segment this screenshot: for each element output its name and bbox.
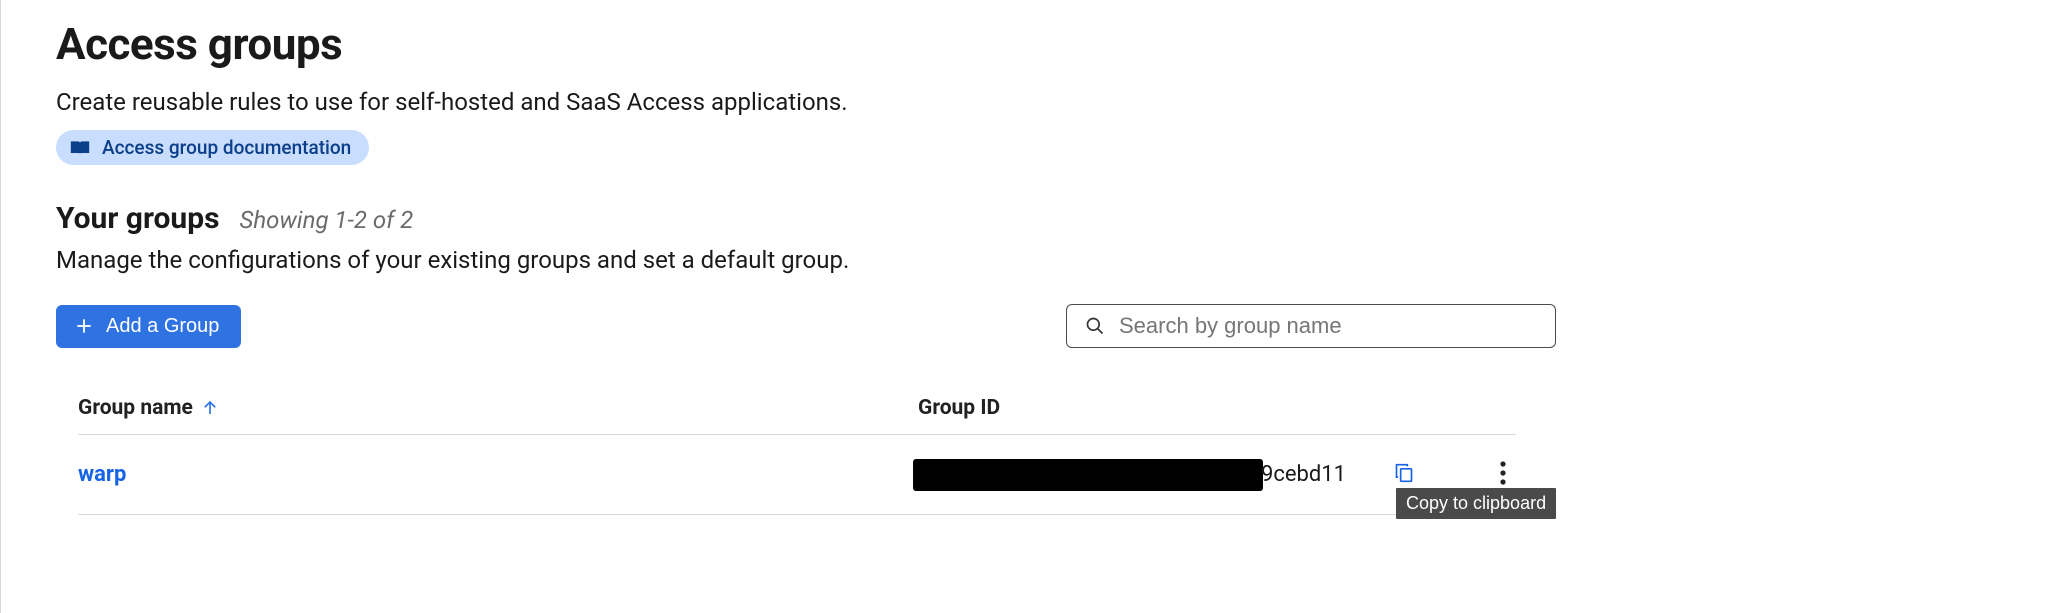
section-description: Manage the configurations of your existi… (56, 246, 1996, 274)
sort-ascending-icon (201, 399, 219, 417)
documentation-link-label: Access group documentation (102, 136, 351, 159)
add-group-label: Add a Group (106, 315, 219, 338)
search-icon (1085, 316, 1105, 336)
table-header-row: Group name Group ID (78, 396, 1516, 435)
group-id-value: 9cebd11 (913, 459, 1346, 491)
section-header: Your groups Showing 1-2 of 2 (56, 201, 1996, 236)
column-header-name-label: Group name (78, 396, 193, 420)
search-input[interactable] (1119, 313, 1537, 339)
column-header-name[interactable]: Group name (78, 396, 918, 420)
search-field[interactable] (1066, 304, 1556, 348)
add-group-button[interactable]: Add a Group (56, 305, 241, 348)
groups-table: Group name Group ID warp 9cebd11 (56, 396, 1996, 515)
section-title: Your groups (56, 201, 220, 236)
page-description: Create reusable rules to use for self-ho… (56, 88, 1996, 116)
group-name-link[interactable]: warp (78, 462, 913, 487)
column-header-id-label: Group ID (918, 396, 1000, 420)
book-icon (70, 140, 90, 156)
row-actions: Copy to clipboard (1360, 457, 1516, 492)
redacted-id-prefix (913, 459, 1263, 491)
page-title: Access groups (56, 18, 1996, 70)
group-id-suffix: 9cebd11 (1261, 462, 1346, 487)
documentation-link[interactable]: Access group documentation (56, 130, 369, 165)
copy-tooltip: Copy to clipboard (1396, 488, 1556, 519)
copy-icon (1394, 462, 1414, 484)
group-id-cell: 9cebd11 Copy to clipboard (913, 457, 1516, 492)
table-row: warp 9cebd11 Copy to clipboard (78, 435, 1516, 515)
copy-id-button[interactable]: Copy to clipboard (1390, 458, 1418, 491)
row-more-button[interactable] (1496, 457, 1516, 492)
column-header-id[interactable]: Group ID (918, 396, 1516, 420)
more-vertical-icon (1500, 461, 1506, 485)
section-count: Showing 1-2 of 2 (240, 206, 414, 234)
plus-icon (74, 316, 94, 336)
toolbar: Add a Group (56, 304, 1996, 348)
